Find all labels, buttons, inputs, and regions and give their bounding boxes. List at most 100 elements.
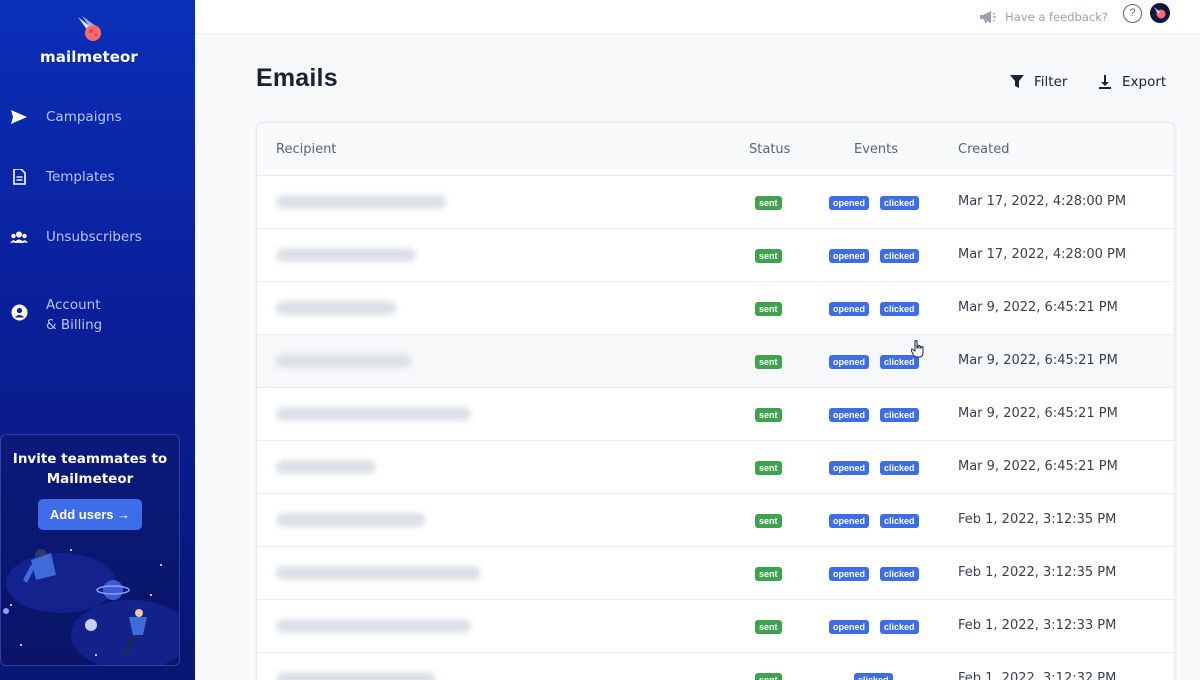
brand-name: mailmeteor (40, 48, 138, 66)
status-badge: sent (755, 302, 782, 316)
recipient-email-redacted (276, 301, 396, 315)
recipient-email-redacted (276, 460, 376, 474)
sidebar-item-templates[interactable]: Templates (0, 160, 195, 220)
sidebar-item-label: Campaigns (46, 109, 122, 125)
document-icon (10, 168, 28, 186)
brand-logo[interactable]: mailmeteor (0, 14, 178, 66)
table-row[interactable]: sent clicked Feb 1, 2022, 3:12:32 PM (257, 653, 1174, 680)
filter-button[interactable]: Filter (1010, 72, 1067, 92)
sidebar: mailmeteor Campaigns Templates Unsubscri… (0, 0, 195, 680)
table-row[interactable]: sent opened clicked Mar 9, 2022, 6:45:21… (257, 282, 1174, 335)
status-badge: sent (755, 461, 782, 475)
user-avatar-icon (1154, 7, 1166, 19)
recipient-email-redacted (276, 619, 471, 633)
recipient-email-redacted (276, 513, 426, 527)
column-header-events[interactable]: Events (854, 142, 898, 157)
created-date: Mar 17, 2022, 4:28:00 PM (958, 247, 1127, 262)
add-users-button[interactable]: Add users → (38, 499, 142, 530)
recipient-email-redacted (276, 248, 416, 262)
table-row[interactable]: sent opened clicked Mar 17, 2022, 4:28:0… (257, 176, 1174, 229)
event-badge-clicked: clicked (880, 249, 919, 263)
sidebar-item-label: Account & Billing (46, 295, 102, 335)
filter-icon (1010, 75, 1024, 88)
sidebar-item-unsubscribers[interactable]: Unsubscribers (0, 220, 195, 280)
users-icon (10, 228, 28, 246)
status-badge: sent (755, 408, 782, 422)
export-button[interactable]: Export (1098, 72, 1166, 92)
invite-card: Invite teammates to Mailmeteor Add users… (0, 434, 180, 666)
page-title: Emails (256, 64, 338, 92)
column-header-status[interactable]: Status (749, 142, 790, 157)
topbar: Have a feedback? ? (195, 0, 1200, 34)
help-icon[interactable]: ? (1123, 4, 1142, 23)
table-row[interactable]: sent opened clicked Mar 17, 2022, 4:28:0… (257, 229, 1174, 282)
table-row[interactable]: sent opened clicked Feb 1, 2022, 3:12:35… (257, 547, 1174, 600)
account-label-line2: & Billing (46, 317, 103, 333)
account-icon (10, 303, 28, 321)
meteor-logo-icon (78, 16, 101, 41)
invite-title: Invite teammates to Mailmeteor (12, 451, 168, 487)
hand-cursor-icon (911, 340, 924, 358)
event-badge-opened: opened (829, 567, 870, 581)
event-badge-clicked: clicked (854, 673, 893, 680)
recipient-email-redacted (276, 195, 446, 209)
sidebar-item-account-billing[interactable]: Account & Billing (0, 280, 195, 340)
status-badge: sent (755, 620, 782, 634)
event-badge-opened: opened (829, 408, 870, 422)
table-row[interactable]: sent opened clicked Feb 1, 2022, 3:12:33… (257, 600, 1174, 653)
status-badge: sent (755, 355, 782, 369)
feedback-text: Have a feedback? (1005, 10, 1108, 24)
avatar[interactable] (1150, 3, 1170, 23)
event-badge-opened: opened (829, 196, 870, 210)
event-badge-clicked: clicked (880, 620, 919, 634)
event-badge-opened: opened (829, 461, 870, 475)
column-header-created[interactable]: Created (958, 142, 1009, 157)
sidebar-item-label: Unsubscribers (46, 229, 142, 245)
space-illustration (3, 549, 179, 665)
recipient-email-redacted (276, 566, 481, 580)
event-badge-clicked: clicked (880, 461, 919, 475)
sidebar-item-campaigns[interactable]: Campaigns (0, 100, 195, 160)
emails-table: Recipient Status Events Created sent ope… (256, 122, 1175, 680)
megaphone-icon (980, 11, 997, 23)
created-date: Feb 1, 2022, 3:12:35 PM (958, 512, 1117, 527)
event-badge-opened: opened (829, 249, 870, 263)
download-icon (1099, 75, 1111, 89)
created-date: Feb 1, 2022, 3:12:32 PM (958, 671, 1117, 680)
event-badge-clicked: clicked (880, 408, 919, 422)
status-badge: sent (755, 673, 782, 680)
table-header: Recipient Status Events Created (257, 123, 1174, 176)
event-badge-opened: opened (829, 355, 870, 369)
event-badge-opened: opened (829, 620, 870, 634)
event-badge-clicked: clicked (880, 567, 919, 581)
sidebar-item-label: Templates (46, 169, 115, 185)
send-icon (10, 108, 28, 126)
status-badge: sent (755, 567, 782, 581)
event-badge-clicked: clicked (880, 514, 919, 528)
event-badge-opened: opened (829, 302, 870, 316)
table-row[interactable]: sent opened clicked Feb 1, 2022, 3:12:35… (257, 494, 1174, 547)
table-row[interactable]: sent opened clicked Mar 9, 2022, 6:45:21… (257, 388, 1174, 441)
recipient-email-redacted (276, 354, 411, 368)
status-badge: sent (755, 249, 782, 263)
column-header-recipient[interactable]: Recipient (276, 142, 336, 157)
event-badge-clicked: clicked (880, 196, 919, 210)
created-date: Mar 9, 2022, 6:45:21 PM (958, 353, 1118, 368)
created-date: Mar 9, 2022, 6:45:21 PM (958, 406, 1118, 421)
event-badge-opened: opened (829, 514, 870, 528)
recipient-email-redacted (276, 407, 471, 421)
event-badge-clicked: clicked (880, 302, 919, 316)
status-badge: sent (755, 514, 782, 528)
sidebar-nav: Campaigns Templates Unsubscribers Accoun… (0, 100, 195, 340)
created-date: Mar 9, 2022, 6:45:21 PM (958, 300, 1118, 315)
feedback-link[interactable]: Have a feedback? (979, 6, 1108, 28)
account-label-line1: Account (46, 297, 101, 313)
created-date: Mar 9, 2022, 6:45:21 PM (958, 459, 1118, 474)
table-row[interactable]: sent opened clicked Mar 9, 2022, 6:45:21… (257, 335, 1174, 388)
created-date: Feb 1, 2022, 3:12:35 PM (958, 565, 1117, 580)
export-label: Export (1122, 74, 1167, 90)
filter-label: Filter (1034, 74, 1068, 90)
created-date: Mar 17, 2022, 4:28:00 PM (958, 194, 1127, 209)
table-row[interactable]: sent opened clicked Mar 9, 2022, 6:45:21… (257, 441, 1174, 494)
status-badge: sent (755, 196, 782, 210)
